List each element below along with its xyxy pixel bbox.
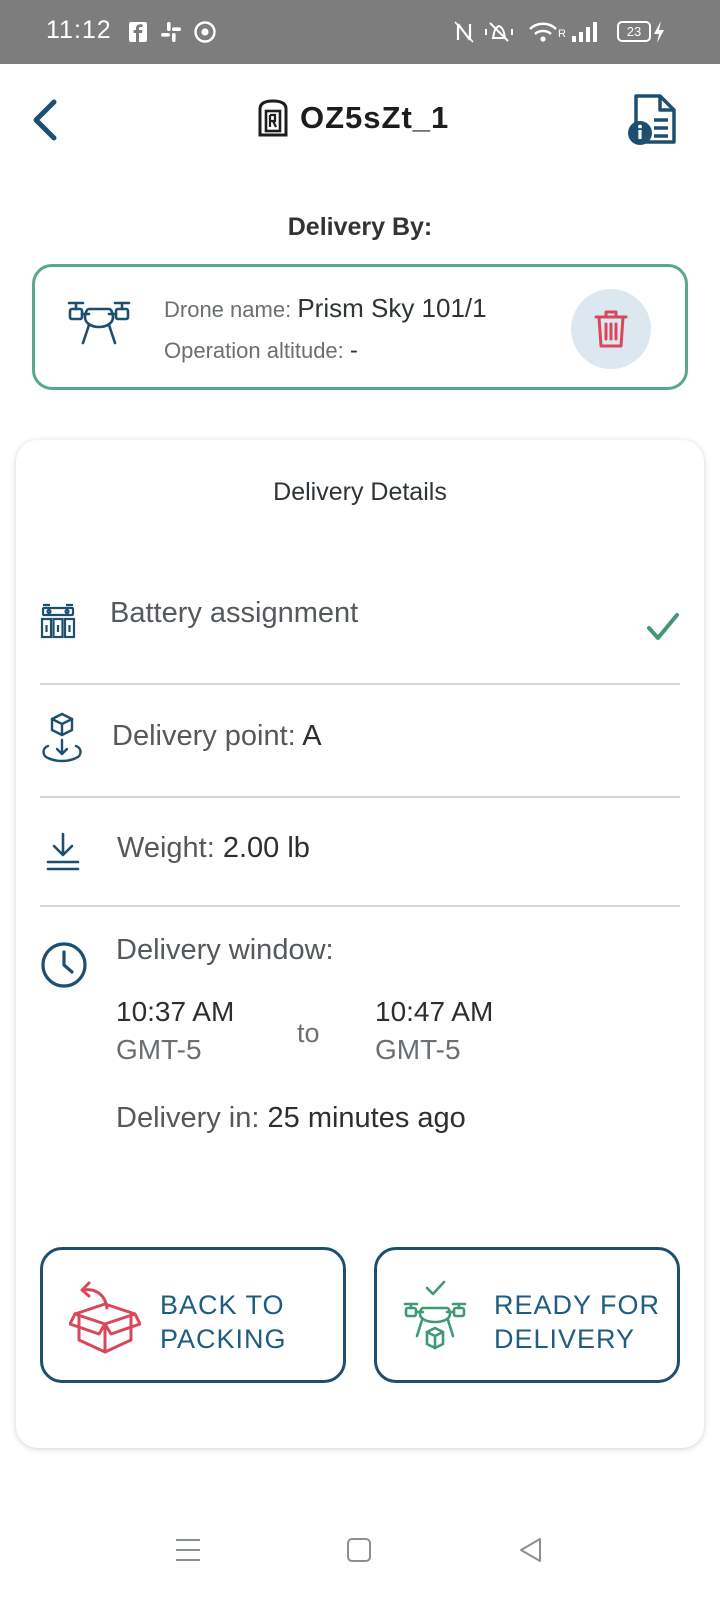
home-icon[interactable] [346, 1537, 372, 1563]
battery-pack-icon [40, 603, 76, 639]
window-separator: to [297, 1018, 320, 1048]
back-to-packing-line2: PACKING [160, 1324, 287, 1354]
window-start-time: 10:37 AM [116, 996, 235, 1027]
nfc-icon [454, 21, 474, 43]
wifi-icon [529, 22, 557, 42]
back-nav-icon[interactable] [518, 1537, 544, 1563]
weight-label: Weight: [117, 832, 215, 864]
delivery-by-label: Delivery By: [287, 213, 433, 241]
divider [40, 683, 680, 685]
battery-assignment-label: Battery assignment [110, 597, 359, 629]
drone-ready-icon [403, 1280, 467, 1350]
document-info-button[interactable] [626, 92, 682, 148]
menu-icon[interactable] [174, 1537, 202, 1563]
delivery-point-line: Delivery point: A [112, 720, 322, 753]
page-title: OZ5sZt_1 [300, 100, 450, 135]
weight-line: Weight: 2.00 lb [117, 832, 310, 865]
divider [40, 796, 680, 798]
window-end-time: 10:47 AM [375, 996, 494, 1027]
delivery-in-label: Delivery in: [116, 1102, 260, 1134]
weight-value: 2.00 lb [222, 832, 310, 864]
delivery-in-line: Delivery in: 25 minutes ago [116, 1102, 466, 1135]
delivery-details-title: Delivery Details [273, 478, 447, 506]
trash-icon [594, 310, 628, 348]
back-to-packing-button[interactable]: BACK TO PACKING [40, 1247, 346, 1383]
chrome-icon [194, 21, 216, 43]
locker-icon [258, 99, 288, 137]
altitude-label: Operation altitude: [164, 338, 344, 363]
drone-name-value: Prism Sky 101/1 [297, 293, 487, 323]
drone-icon [67, 301, 131, 345]
delivery-point-label: Delivery point: [112, 720, 296, 752]
return-box-icon [69, 1281, 141, 1354]
back-button[interactable] [26, 96, 66, 144]
drone-name-label: Drone name: [164, 297, 292, 322]
roaming-indicator: R [558, 28, 566, 40]
window-end-timezone: GMT-5 [375, 1034, 461, 1065]
delivery-window-label: Delivery window: [116, 934, 334, 966]
header-title-group: OZ5sZt_1 [256, 94, 449, 142]
facebook-icon [129, 22, 147, 42]
remove-drone-button[interactable] [571, 289, 651, 369]
checkmark-icon [647, 613, 679, 640]
ready-for-delivery-line1: READY FOR [494, 1290, 661, 1320]
window-start-timezone: GMT-5 [116, 1034, 202, 1065]
drone-card: Drone name: Prism Sky 101/1 Operation al… [32, 264, 688, 390]
vibrate-icon [485, 22, 513, 42]
altitude-value: - [349, 337, 358, 364]
charging-icon [654, 21, 664, 43]
window-start: 10:37 AM GMT-5 [116, 996, 234, 1066]
altitude-line: Operation altitude: - [164, 337, 358, 365]
slack-icon [161, 22, 181, 42]
ready-for-delivery-label: READY FOR DELIVERY [494, 1288, 674, 1356]
divider [40, 905, 680, 907]
delivery-in-value: 25 minutes ago [267, 1102, 466, 1134]
back-to-packing-line1: BACK TO [160, 1290, 285, 1320]
delivery-point-value: A [302, 720, 322, 752]
back-to-packing-label: BACK TO PACKING [160, 1288, 340, 1356]
ready-for-delivery-line2: DELIVERY [494, 1324, 636, 1354]
window-end: 10:47 AM GMT-5 [375, 996, 493, 1066]
weight-download-icon [46, 832, 80, 871]
clock-icon [41, 942, 87, 988]
package-drop-icon [42, 712, 82, 763]
status-time: 11:12 [46, 16, 112, 44]
battery-icon: 23 [617, 21, 651, 42]
status-bar: 11:12 R 23 [0, 0, 720, 64]
drone-name-line: Drone name: Prism Sky 101/1 [164, 293, 487, 324]
ready-for-delivery-button[interactable]: READY FOR DELIVERY [374, 1247, 680, 1383]
signal-icon [572, 22, 597, 42]
